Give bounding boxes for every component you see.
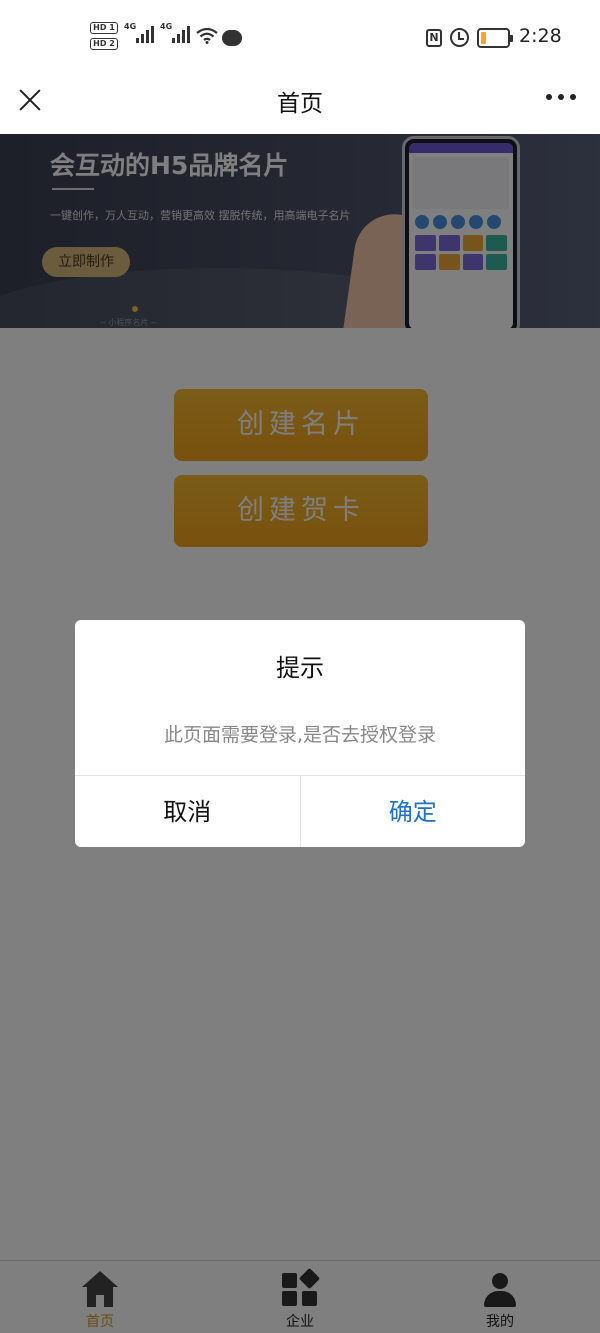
dialog-message: 此页面需要登录,是否去授权登录 [163, 724, 437, 746]
cancel-button[interactable]: 取消 [75, 776, 301, 847]
alarm-icon [450, 28, 469, 47]
nfc-icon: N [426, 29, 442, 47]
hd1-badge: HD 1 [90, 22, 118, 34]
dialog-title: 提示 [276, 654, 324, 682]
signal-icon: 4G [160, 22, 190, 43]
dialog-actions: 取消 确定 [75, 775, 525, 847]
hd-indicators: HD 1 HD 2 [90, 22, 118, 50]
more-icon[interactable] [546, 94, 576, 100]
network-type-label: 4G [124, 22, 137, 31]
nav-bar: 首页 [0, 70, 600, 134]
page-title: 首页 [277, 91, 323, 117]
login-prompt-dialog: 提示 此页面需要登录,是否去授权登录 取消 确定 [75, 620, 525, 847]
message-icon [222, 30, 242, 46]
battery-icon [477, 28, 513, 48]
status-bar: HD 1 HD 2 4G 4G N 2:28 [0, 0, 600, 70]
wifi-icon [196, 28, 218, 44]
network-type-label: 4G [160, 22, 173, 31]
hd2-badge: HD 2 [90, 38, 118, 50]
signal-icon: 4G [124, 22, 154, 43]
confirm-button[interactable]: 确定 [301, 776, 526, 847]
clock: 2:28 [519, 25, 562, 47]
